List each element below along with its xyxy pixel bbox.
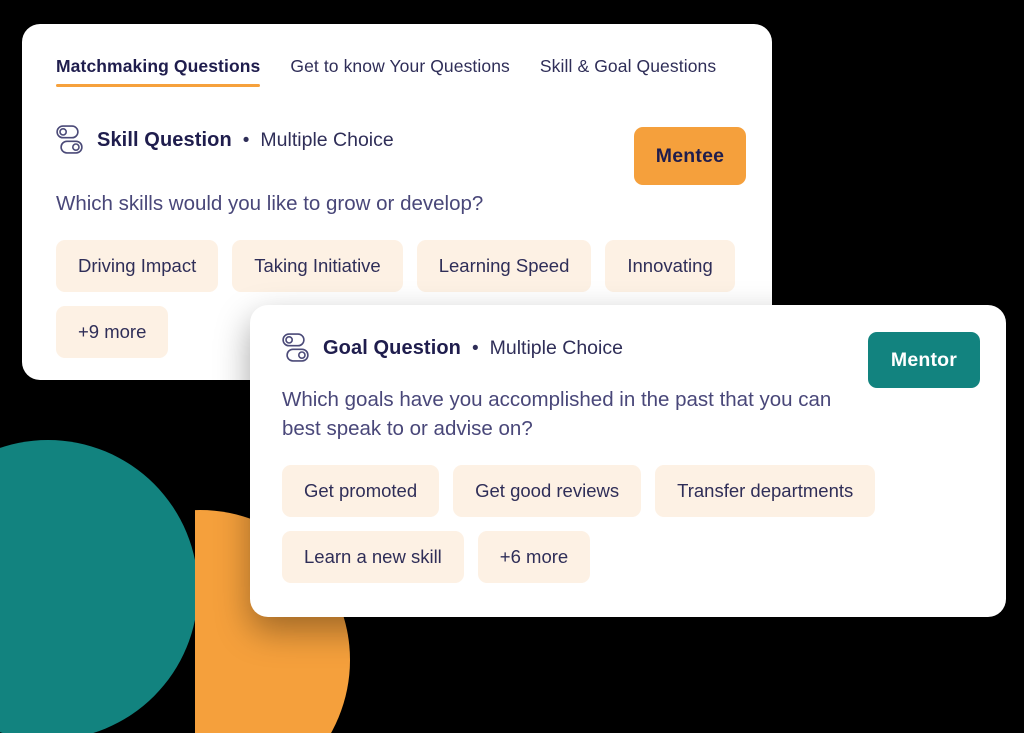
tab-get-to-know-your-questions[interactable]: Get to know Your Questions [290,56,510,87]
teal-circle-shape [0,440,195,733]
option-chip[interactable]: Learning Speed [416,240,592,293]
tab-label: Skill & Goal Questions [539,56,717,76]
option-chip[interactable]: Learn a new skill [282,531,464,584]
skill-question-header: Skill Question • Multiple Choice Mentee [56,125,746,185]
goal-question-card: Goal Question • Multiple Choice Mentor W… [250,305,1006,617]
tab-matchmaking-questions[interactable]: Matchmaking Questions [56,56,261,87]
screenshot-root: Matchmaking Questions Get to know Your Q… [0,0,1024,733]
goal-option-chips: Get promoted Get good reviews Transfer d… [282,465,922,584]
option-chip[interactable]: Get promoted [282,465,440,518]
more-options-chip[interactable]: +6 more [477,531,591,584]
mentee-role-badge[interactable]: Mentee [634,127,746,185]
skill-question-title: Skill Question [97,128,232,151]
question-tabs: Matchmaking Questions Get to know Your Q… [56,24,738,87]
goal-question-prompt: Which goals have you accomplished in the… [282,388,832,441]
mentor-role-badge[interactable]: Mentor [868,332,980,388]
tab-label: Get to know Your Questions [290,56,510,76]
separator-dot: • [471,337,479,359]
tab-label: Matchmaking Questions [56,56,261,76]
teal-half-circle-decoration [0,420,195,733]
skill-question-type: Multiple Choice [260,128,394,151]
tab-skill-and-goal-questions[interactable]: Skill & Goal Questions [540,56,716,87]
separator-dot: • [242,129,250,151]
option-chip[interactable]: Driving Impact [56,240,219,293]
goal-question-header: Goal Question • Multiple Choice Mentor [282,332,980,388]
skill-question-prompt: Which skills would you like to grow or d… [56,192,484,215]
option-chip[interactable]: Innovating [605,240,735,293]
more-options-chip[interactable]: +9 more [56,306,169,359]
toggle-switches-icon [56,125,84,155]
option-chip[interactable]: Transfer departments [655,465,876,518]
toggle-switches-icon [282,333,310,363]
option-chip[interactable]: Get good reviews [453,465,642,518]
goal-question-type: Multiple Choice [489,336,623,359]
goal-question-title: Goal Question [323,336,461,359]
option-chip[interactable]: Taking Initiative [232,240,403,293]
